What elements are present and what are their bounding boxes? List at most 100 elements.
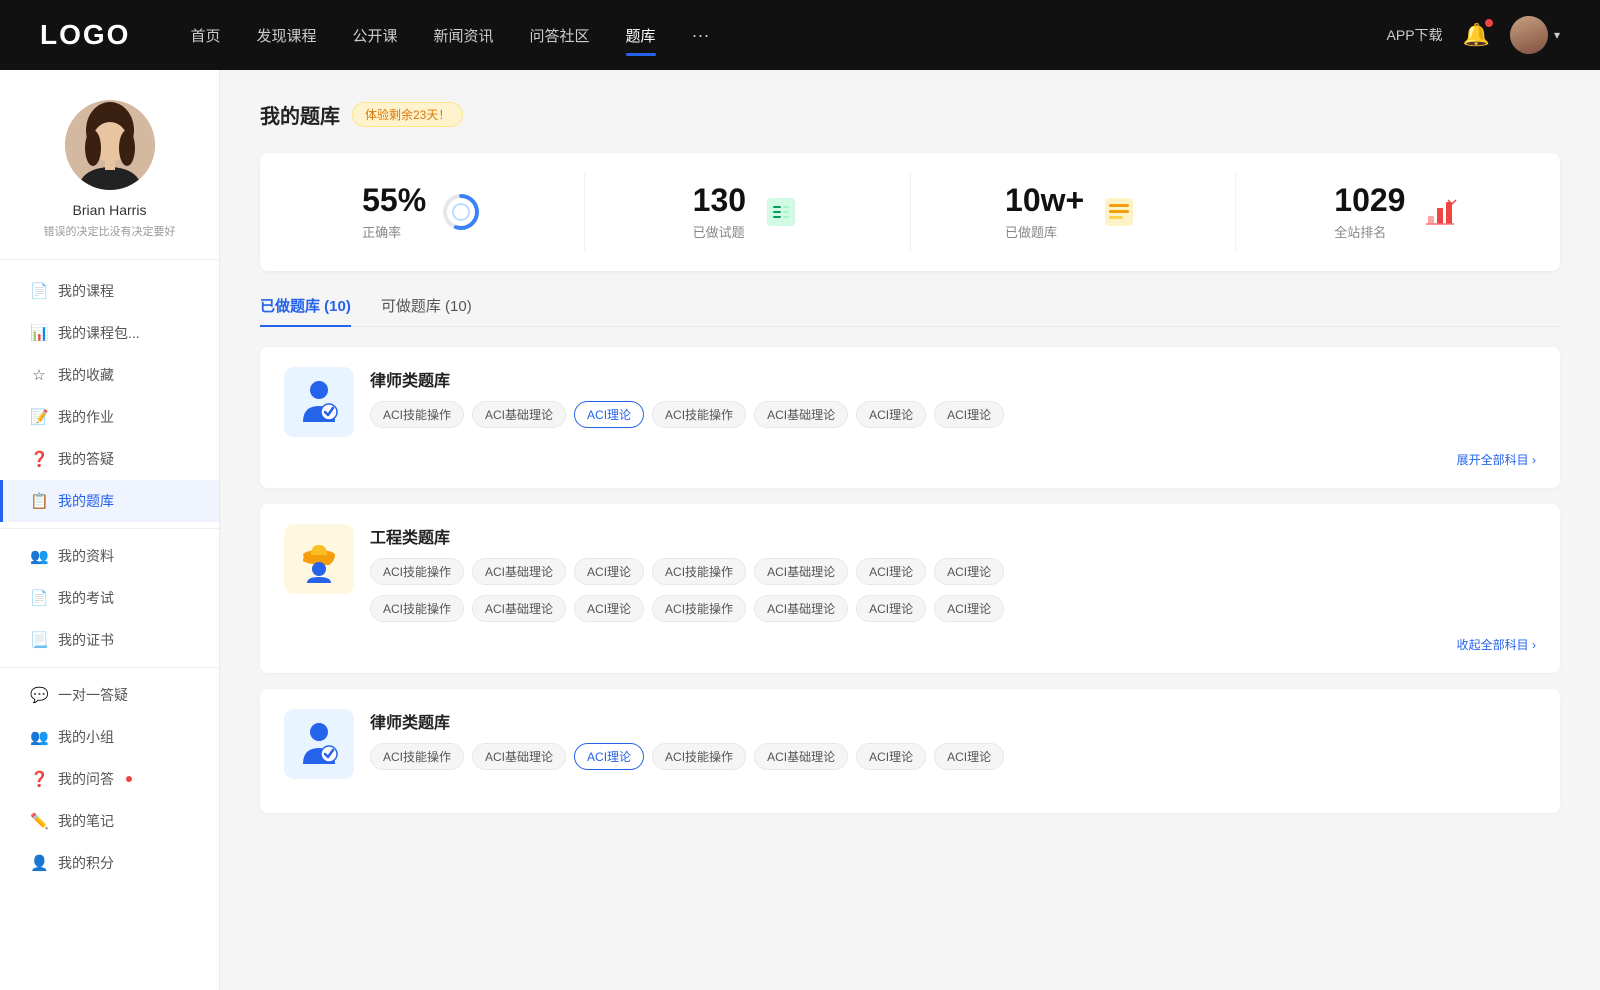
tag-item[interactable]: ACI理论: [856, 595, 926, 622]
tabs: 已做题库 (10) 可做题库 (10): [260, 295, 1560, 327]
tag-item[interactable]: ACI基础理论: [472, 558, 566, 585]
tag-item[interactable]: ACI基础理论: [754, 401, 848, 428]
qbank-lawyer-icon-1: [284, 367, 354, 437]
notification-bell[interactable]: 🔔: [1463, 22, 1490, 48]
points-icon: 👤: [30, 854, 48, 872]
course-package-icon: 📊: [30, 324, 48, 342]
tag-item[interactable]: ACI理论: [934, 595, 1004, 622]
nav-more[interactable]: ···: [692, 25, 710, 46]
stat-banks-done-value: 10w+: [1005, 183, 1084, 218]
tag-item-active[interactable]: ACI理论: [574, 743, 644, 770]
qbank-tags-lawyer-2: ACI技能操作 ACI基础理论 ACI理论 ACI技能操作 ACI基础理论 AC…: [370, 743, 1536, 770]
main-content: 我的题库 体验剩余23天！ 55% 正确率: [220, 70, 1600, 990]
sidebar-item-my-profile[interactable]: 👥 我的资料: [0, 535, 219, 577]
tag-item[interactable]: ACI基础理论: [472, 743, 566, 770]
question-icon: ❓: [30, 770, 48, 788]
sidebar-item-my-qa[interactable]: ❓ 我的答疑: [0, 438, 219, 480]
nav-public-course[interactable]: 公开课: [352, 21, 397, 50]
sidebar-item-label: 我的收藏: [58, 365, 114, 385]
sidebar-item-label: 我的笔记: [58, 811, 114, 831]
tag-item[interactable]: ACI理论: [574, 558, 644, 585]
sidebar-menu: 📄 我的课程 📊 我的课程包... ☆ 我的收藏 📝 我的作业 ❓ 我的答疑 📋: [0, 270, 219, 884]
qbank-tags-engineer-row2: ACI技能操作 ACI基础理论 ACI理论 ACI技能操作 ACI基础理论 AC…: [370, 595, 1536, 622]
user-avatar-menu[interactable]: ▾: [1510, 16, 1560, 54]
sidebar-item-label: 我的问答: [58, 769, 114, 789]
sidebar-item-my-favorites[interactable]: ☆ 我的收藏: [0, 354, 219, 396]
certificate-icon: 📃: [30, 631, 48, 649]
tag-item[interactable]: ACI技能操作: [652, 558, 746, 585]
trial-badge: 体验剩余23天！: [352, 102, 463, 127]
sidebar-item-my-group[interactable]: 👥 我的小组: [0, 716, 219, 758]
stat-banks-done-label: 已做题库: [1005, 222, 1084, 241]
tag-item[interactable]: ACI基础理论: [472, 595, 566, 622]
tag-item[interactable]: ACI理论: [856, 743, 926, 770]
group-icon: 👥: [30, 728, 48, 746]
sidebar-item-my-questions[interactable]: ❓ 我的问答: [0, 758, 219, 800]
sidebar-username: Brian Harris: [73, 202, 147, 218]
expand-all-button-1[interactable]: 展开全部科目 ›: [284, 451, 1536, 468]
tag-item[interactable]: ACI技能操作: [370, 558, 464, 585]
sidebar-divider-1: [0, 528, 219, 529]
qbank-name-lawyer-1: 律师类题库: [370, 367, 1536, 391]
tag-item[interactable]: ACI基础理论: [754, 558, 848, 585]
qbank-name-engineer: 工程类题库: [370, 524, 1536, 548]
app-download-button[interactable]: APP下载: [1387, 25, 1443, 45]
sidebar-item-my-points[interactable]: 👤 我的积分: [0, 842, 219, 884]
tag-item[interactable]: ACI理论: [856, 558, 926, 585]
page-title: 我的题库: [260, 100, 340, 129]
sidebar-item-my-qbank[interactable]: 📋 我的题库: [0, 480, 219, 522]
tag-item[interactable]: ACI理论: [574, 595, 644, 622]
qbank-tags-engineer-row1: ACI技能操作 ACI基础理论 ACI理论 ACI技能操作 ACI基础理论 AC…: [370, 558, 1536, 585]
tag-item[interactable]: ACI技能操作: [652, 743, 746, 770]
sidebar-item-label: 我的课程包...: [58, 323, 140, 343]
tag-item[interactable]: ACI理论: [934, 558, 1004, 585]
sidebar-item-my-course-package[interactable]: 📊 我的课程包...: [0, 312, 219, 354]
tag-item[interactable]: ACI理论: [934, 743, 1004, 770]
collapse-all-button[interactable]: 收起全部科目 ›: [284, 636, 1536, 653]
tag-item[interactable]: ACI技能操作: [370, 743, 464, 770]
nav-qa[interactable]: 问答社区: [530, 21, 590, 50]
qbank-card-lawyer-1: 律师类题库 ACI技能操作 ACI基础理论 ACI理论 ACI技能操作 ACI基…: [260, 347, 1560, 488]
sidebar-item-label: 我的答疑: [58, 449, 114, 469]
qbank-lawyer-icon-2: [284, 709, 354, 779]
stat-accuracy: 55% 正确率: [260, 173, 585, 251]
sidebar-item-my-exam[interactable]: 📄 我的考试: [0, 577, 219, 619]
tag-item-active[interactable]: ACI理论: [574, 401, 644, 428]
logo[interactable]: LOGO: [40, 19, 130, 51]
sidebar-item-label: 我的资料: [58, 546, 114, 566]
sidebar-divider-2: [0, 667, 219, 668]
qbank-card-lawyer-2: 律师类题库 ACI技能操作 ACI基础理论 ACI理论 ACI技能操作 ACI基…: [260, 689, 1560, 813]
stat-rank-label: 全站排名: [1334, 222, 1405, 241]
tag-item[interactable]: ACI理论: [856, 401, 926, 428]
tag-item[interactable]: ACI技能操作: [652, 595, 746, 622]
tab-available-banks[interactable]: 可做题库 (10): [381, 295, 472, 326]
stat-rank-value: 1029: [1334, 183, 1405, 218]
sidebar-item-my-certificate[interactable]: 📃 我的证书: [0, 619, 219, 661]
tag-item[interactable]: ACI基础理论: [472, 401, 566, 428]
nav-discover[interactable]: 发现课程: [256, 21, 316, 50]
avatar: [65, 100, 155, 190]
notification-badge: [1485, 19, 1493, 27]
stat-rank: 1029 全站排名: [1236, 173, 1560, 251]
nav-menu: 首页 发现课程 公开课 新闻资讯 问答社区 题库 ···: [190, 21, 1386, 50]
list-green-icon: [760, 191, 802, 233]
chat-icon: 💬: [30, 686, 48, 704]
stat-questions-done-label: 已做试题: [693, 222, 746, 241]
tag-item[interactable]: ACI基础理论: [754, 595, 848, 622]
tab-done-banks[interactable]: 已做题库 (10): [260, 295, 351, 326]
nav-home[interactable]: 首页: [190, 21, 220, 50]
tag-item[interactable]: ACI技能操作: [370, 401, 464, 428]
nav-news[interactable]: 新闻资讯: [434, 21, 494, 50]
sidebar-item-one-on-one[interactable]: 💬 一对一答疑: [0, 674, 219, 716]
stat-accuracy-label: 正确率: [362, 222, 426, 241]
tag-item[interactable]: ACI理论: [934, 401, 1004, 428]
sidebar-item-my-course[interactable]: 📄 我的课程: [0, 270, 219, 312]
sidebar-item-my-homework[interactable]: 📝 我的作业: [0, 396, 219, 438]
layout: Brian Harris 错误的决定比没有决定要好 📄 我的课程 📊 我的课程包…: [0, 70, 1600, 990]
nav-qbank[interactable]: 题库: [626, 21, 656, 50]
tag-item[interactable]: ACI基础理论: [754, 743, 848, 770]
tag-item[interactable]: ACI技能操作: [370, 595, 464, 622]
tag-item[interactable]: ACI技能操作: [652, 401, 746, 428]
accuracy-pie-icon: [440, 191, 482, 233]
sidebar-item-my-notes[interactable]: ✏️ 我的笔记: [0, 800, 219, 842]
